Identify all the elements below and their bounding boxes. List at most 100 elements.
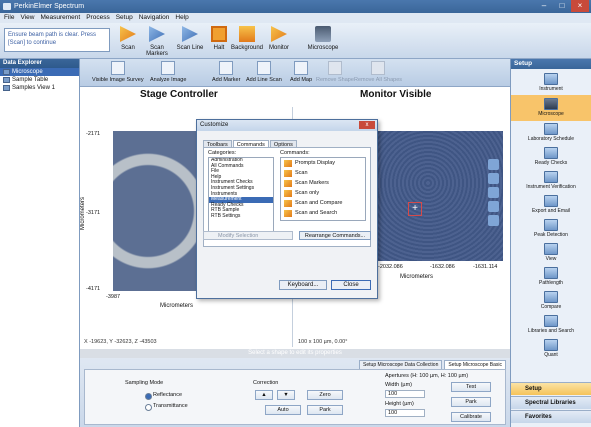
correction-label: Correction — [253, 380, 279, 386]
peak-icon — [544, 219, 558, 231]
refresh-icon[interactable] — [488, 159, 499, 170]
pathlength-icon — [544, 267, 558, 279]
view-icon — [3, 85, 10, 91]
scan-markers-button[interactable]: Scan Markers — [140, 26, 174, 58]
tree-item-sample-table[interactable]: Sample Table — [0, 76, 79, 84]
dialog-close-text-button[interactable]: Close — [331, 280, 371, 290]
monitor-icon — [271, 26, 287, 42]
list-item[interactable]: Scan Markers — [281, 178, 365, 188]
monitor-button[interactable]: Monitor — [266, 26, 292, 58]
app-icon — [3, 3, 11, 10]
setup-item-peak-detection[interactable]: Peak Detection — [511, 219, 591, 238]
y-tick: -4171 — [86, 286, 101, 292]
setup-item-instrument-verification[interactable]: Instrument Verification — [511, 171, 591, 190]
setup-item-compare[interactable]: Compare — [511, 291, 591, 310]
list-item[interactable]: Scan and Compare — [281, 198, 365, 208]
halt-button[interactable]: Halt — [208, 26, 230, 58]
nav-spectral-libraries[interactable]: Spectral Libraries — [511, 396, 591, 409]
menu-help[interactable]: Help — [175, 13, 188, 23]
down-button[interactable]: ▼ — [277, 390, 295, 400]
menu-file[interactable]: File — [4, 13, 14, 23]
keyboard-button[interactable]: Keyboard... — [279, 280, 327, 290]
quant-icon — [544, 339, 558, 351]
maximize-button[interactable]: □ — [553, 0, 571, 12]
setup-item-instrument[interactable]: Instrument — [511, 73, 591, 92]
tree-item-microscope[interactable]: Microscope — [0, 68, 79, 76]
schedule-icon — [544, 123, 558, 135]
remove-all-shapes-button[interactable]: Remove All Shapes — [354, 61, 402, 83]
title-bar: PerkinElmer Spectrum – □ × — [0, 0, 591, 13]
remove-all-icon — [371, 61, 385, 75]
list-item[interactable]: Scan and Search — [281, 208, 365, 218]
brightness-icon[interactable] — [488, 173, 499, 184]
dialog-close-button[interactable]: x — [359, 121, 375, 129]
stage-y-label: Micrometers — [80, 197, 86, 231]
verification-icon — [544, 171, 558, 183]
menu-view[interactable]: View — [20, 13, 34, 23]
setup-item-view[interactable]: View — [511, 243, 591, 262]
setup-item-quant[interactable]: Quant — [511, 339, 591, 358]
add-map-button[interactable]: Add Map — [290, 61, 312, 83]
scan-line-button[interactable]: Scan Line — [176, 26, 204, 58]
park-button[interactable]: Park — [307, 405, 343, 415]
scan-icon — [120, 26, 136, 42]
add-line-scan-button[interactable]: Add Line Scan — [246, 61, 282, 83]
setup-item-microscope[interactable]: Microscope — [511, 95, 591, 121]
menu-navigation[interactable]: Navigation — [139, 13, 170, 23]
list-item[interactable]: Scan — [281, 168, 365, 178]
dialog-title: Customize — [197, 120, 377, 131]
grid-icon — [110, 61, 125, 75]
calibrate-button[interactable]: Calibrate — [451, 412, 491, 422]
rearrange-commands-button[interactable]: Rearrange Commands... — [299, 231, 371, 240]
auto-button[interactable]: Auto — [265, 405, 301, 415]
tree-item-samples-view[interactable]: Samples View 1 — [0, 84, 79, 92]
commands-list[interactable]: Prompts Display Scan Scan Markers Scan o… — [280, 157, 366, 221]
setup-item-ready-checks[interactable]: Ready Checks — [511, 147, 591, 166]
reflectance-radio[interactable]: Reflectance — [145, 392, 182, 400]
modify-selection-button[interactable]: Modify Selection — [203, 231, 293, 240]
compare-icon — [544, 291, 558, 303]
menu-setup[interactable]: Setup — [116, 13, 133, 23]
setup-item-export-email[interactable]: Export and Email — [511, 195, 591, 214]
list-item[interactable]: RTB Settings — [209, 213, 273, 220]
stage-controller-title: Stage Controller — [140, 89, 218, 100]
categories-list[interactable]: Administration All Commands File Help In… — [208, 157, 274, 237]
menu-process[interactable]: Process — [86, 13, 109, 23]
view-icon — [544, 243, 558, 255]
libraries-icon — [544, 315, 558, 327]
scan-button[interactable]: Scan — [116, 26, 140, 58]
instruction-message: Ensure beam path is clear. Press [Scan] … — [4, 28, 110, 52]
minimize-button[interactable]: – — [535, 0, 553, 12]
setup-item-libraries-search[interactable]: Libraries and Search — [511, 315, 591, 334]
visible-image-survey-button[interactable]: Visible Image Survey — [92, 61, 144, 83]
nav-favorites[interactable]: Favorites — [511, 410, 591, 423]
analyze-image-button[interactable]: Analyze Image — [150, 61, 186, 83]
monitor-image[interactable] — [378, 131, 503, 261]
rotate-icon[interactable] — [488, 187, 499, 198]
folder-icon — [3, 69, 10, 75]
transmittance-radio[interactable]: Transmittance — [145, 403, 188, 411]
add-marker-button[interactable]: Add Marker — [212, 61, 240, 83]
microscope-toolbar: Visible Image Survey Analyze Image Add M… — [80, 59, 510, 87]
background-button[interactable]: Background — [230, 26, 264, 58]
zoom-icon[interactable] — [488, 201, 499, 212]
list-item[interactable]: Scan only — [281, 188, 365, 198]
menu-measurement[interactable]: Measurement — [40, 13, 80, 23]
setup-pane-title: Setup — [511, 59, 591, 69]
remove-shape-button[interactable]: Remove Shape — [316, 61, 354, 83]
setup-item-laboratory-schedule[interactable]: Laboratory Schedule — [511, 123, 591, 142]
setup-form: Sampling Mode Reflectance Transmittance … — [84, 369, 506, 425]
width-input[interactable]: 100 — [385, 390, 425, 398]
setup-item-pathlength[interactable]: Pathlength — [511, 267, 591, 286]
zero-button[interactable]: Zero — [307, 390, 343, 400]
list-item[interactable]: Prompts Display — [281, 158, 365, 168]
close-window-button[interactable]: × — [571, 0, 589, 12]
test-button[interactable]: Test — [451, 382, 491, 392]
height-input[interactable]: 100 — [385, 409, 425, 417]
nav-setup[interactable]: Setup — [511, 382, 591, 395]
park-aperture-button[interactable]: Park — [451, 397, 491, 407]
microscope-button[interactable]: Microscope — [306, 26, 340, 58]
crosshair-marker[interactable]: + — [408, 202, 422, 216]
settings-icon[interactable] — [488, 215, 499, 226]
up-button[interactable]: ▲ — [255, 390, 273, 400]
